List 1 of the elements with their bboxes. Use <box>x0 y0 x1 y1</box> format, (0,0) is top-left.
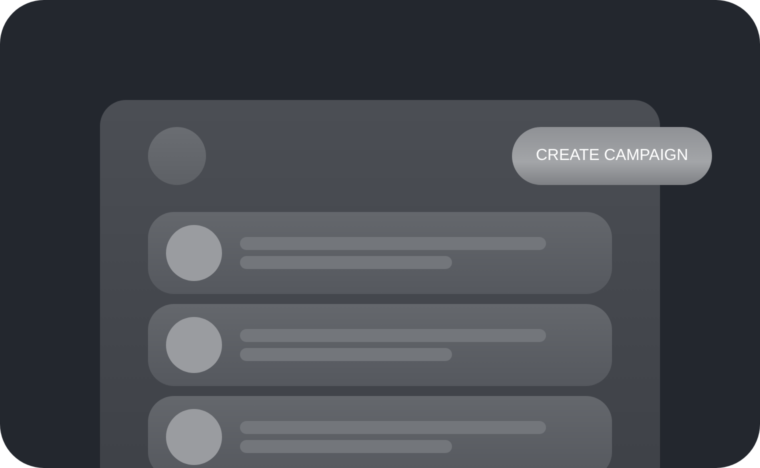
create-campaign-button[interactable]: CREATE CAMPAIGN <box>512 127 712 185</box>
